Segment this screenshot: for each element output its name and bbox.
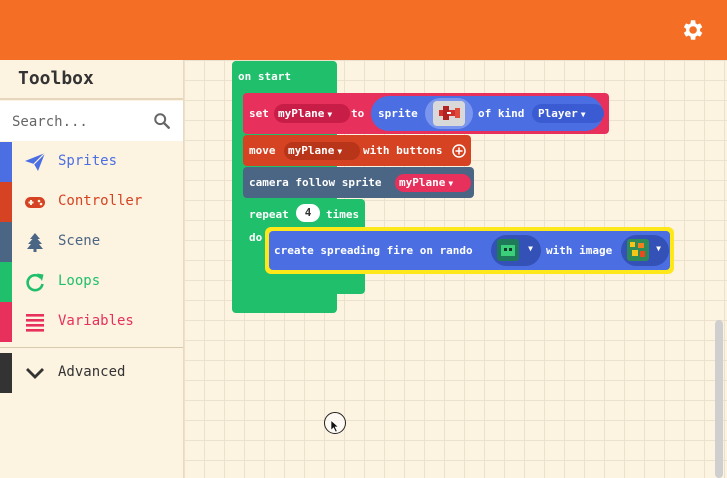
pointer-icon — [331, 420, 340, 433]
toolbox-panel: Toolbox Sprites Controller — [0, 60, 184, 478]
category-label: Loops — [58, 273, 101, 289]
category-label: Advanced — [58, 364, 126, 380]
divider — [0, 98, 183, 100]
caret-icon: ▼ — [580, 110, 586, 119]
with-image-label: with image — [546, 244, 613, 257]
top-bar — [0, 0, 727, 60]
tile-sprite-icon — [501, 245, 515, 256]
mouse-cursor — [324, 412, 346, 434]
on-start-label: on start — [238, 70, 291, 83]
category-label: Sprites — [58, 153, 118, 169]
tree-icon — [27, 233, 43, 252]
image-thumb — [627, 239, 649, 261]
with-buttons-label: with buttons — [363, 144, 443, 157]
gamepad-icon — [25, 197, 45, 208]
variable-label: myPlane — [278, 107, 325, 120]
category-color-bar — [0, 302, 12, 342]
caret-icon: ▼ — [327, 110, 333, 119]
set-label: set — [249, 107, 269, 120]
category-variables[interactable]: Variables — [0, 302, 183, 342]
fire-sprite-icon — [630, 242, 645, 257]
category-controller[interactable]: Controller — [0, 182, 183, 222]
caret-icon: ▼ — [528, 244, 533, 253]
category-color-bar — [0, 142, 12, 182]
variable-label: myPlane — [288, 144, 335, 157]
image-picker[interactable]: ▼ — [621, 235, 669, 266]
category-loops[interactable]: Loops — [0, 262, 183, 302]
category-color-bar — [0, 262, 12, 302]
category-color-bar — [0, 222, 12, 262]
paper-plane-icon — [25, 152, 46, 171]
category-color-bar — [0, 182, 12, 222]
variable-dropdown[interactable]: myPlane ▼ — [274, 104, 350, 123]
repeat-label: repeat — [249, 208, 289, 221]
camera-follow-label: camera follow sprite — [249, 176, 382, 189]
divider — [0, 347, 183, 348]
variable-label: myPlane — [399, 176, 446, 189]
image-thumb — [497, 239, 519, 261]
category-scene[interactable]: Scene — [0, 222, 183, 262]
caret-icon: ▼ — [656, 244, 661, 253]
caret-icon: ▼ — [448, 179, 454, 188]
search-input[interactable] — [10, 109, 144, 135]
expand-plus-icon[interactable] — [452, 144, 466, 158]
kind-label: Player — [538, 107, 578, 120]
category-label: Controller — [58, 193, 143, 209]
category-advanced[interactable]: Advanced — [0, 353, 183, 393]
sprite-label: sprite — [378, 107, 418, 120]
list-icon — [26, 314, 44, 332]
do-label: do — [249, 231, 263, 244]
category-sprites[interactable]: Sprites — [0, 142, 183, 182]
repeat-count-input[interactable]: 4 — [296, 204, 320, 222]
image-thumb — [433, 101, 465, 126]
variable-dropdown[interactable]: myPlane ▼ — [395, 174, 471, 192]
search-box — [0, 101, 183, 141]
chevron-down-icon — [26, 368, 44, 379]
workspace-scrollbar[interactable] — [715, 320, 723, 478]
sprite-image-picker[interactable] — [425, 98, 473, 129]
plane-sprite-icon — [439, 106, 460, 120]
category-label: Variables — [58, 313, 134, 329]
gear-icon[interactable] — [679, 17, 705, 43]
caret-icon: ▼ — [337, 147, 343, 156]
location-picker[interactable]: ▼ — [491, 235, 541, 266]
kind-dropdown[interactable]: Player ▼ — [532, 104, 604, 123]
to-label: to — [351, 107, 365, 120]
create-fire-label: create spreading fire on rando — [274, 244, 473, 257]
loop-icon — [26, 273, 44, 292]
category-color-bar — [0, 353, 12, 393]
move-label: move — [249, 144, 276, 157]
category-label: Scene — [58, 233, 101, 249]
times-label: times — [326, 208, 360, 221]
variable-dropdown[interactable]: myPlane ▼ — [284, 142, 360, 160]
of-kind-label: of kind — [478, 107, 525, 120]
toolbox-title: Toolbox — [18, 68, 94, 89]
search-icon[interactable] — [153, 112, 171, 130]
